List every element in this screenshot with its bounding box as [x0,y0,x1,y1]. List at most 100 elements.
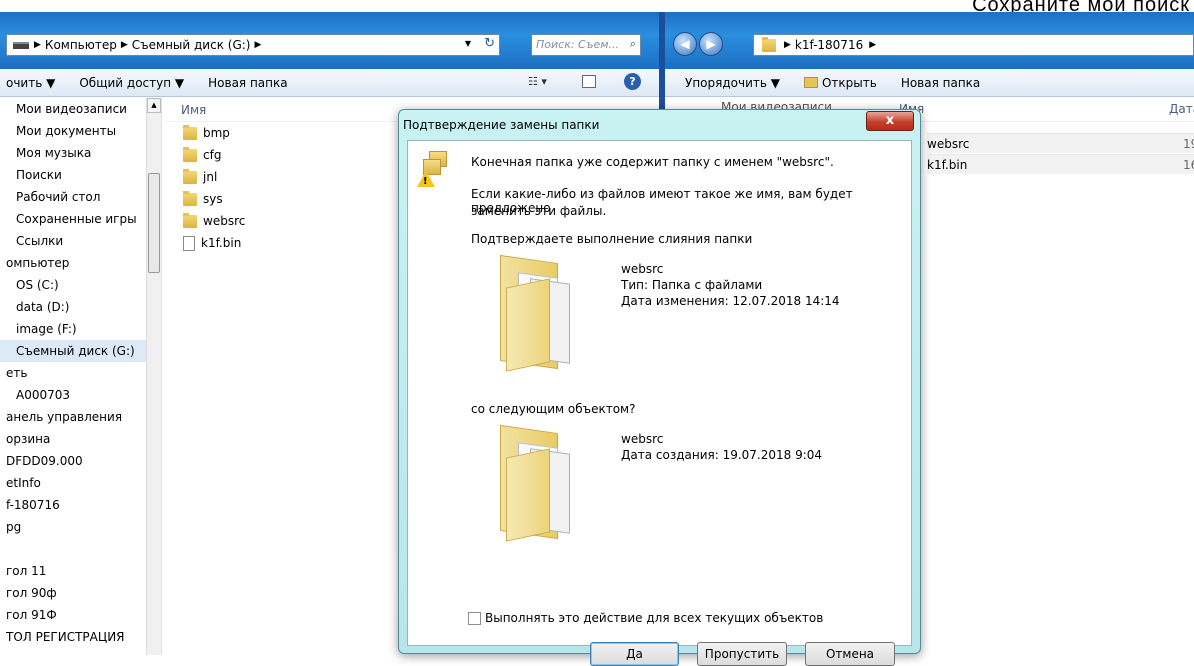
yes-button[interactable]: Да [590,642,679,666]
apply-to-all-checkbox[interactable]: Выполнять это действие для всех текущих … [468,611,823,625]
open-button[interactable]: Открыть [803,76,877,90]
right-toolbar: Упорядочить ▼ Открыть Новая папка [665,69,1194,97]
nav-item[interactable]: омпьютер [0,252,161,274]
nav-item[interactable]: OS (C:) [0,274,161,296]
nav-item[interactable]: Поиски [0,164,161,186]
nav-item[interactable]: A000703 [0,384,161,406]
breadcrumb-arrow-icon: ▶ [120,40,128,50]
nav-item[interactable]: f-180716 [0,494,161,516]
breadcrumb-arrow-icon: ▶ [869,40,877,50]
left-address-bar[interactable]: ▶ Компьютер ▶ Съемный диск (G:) ▶ ▼ ↻ [6,34,500,56]
existing-folder-date: Дата изменения: 12.07.2018 14:14 [621,294,840,308]
existing-folder-info: websrc Тип: Папка с файлами Дата изменен… [621,261,840,309]
folder-icon [183,212,197,228]
forward-icon[interactable]: ▶ [699,32,723,56]
scroll-up-icon[interactable]: ▲ [147,98,161,113]
close-button[interactable]: x [866,111,914,131]
help-icon[interactable]: ? [624,73,641,90]
incoming-folder-name: websrc [621,432,664,446]
organize-button[interactable]: очить ▼ [6,76,55,90]
incoming-folder-icon [500,424,578,542]
folder-warning-icon: ! [417,151,451,191]
refresh-icon[interactable]: ↻ [484,36,495,51]
nav-item[interactable]: Моя музыка [0,142,161,164]
top-strip-text: Сохраните мой поиск [972,0,1190,12]
file-icon [183,235,195,251]
skip-button[interactable]: Пропустить [697,642,787,666]
nav-item[interactable]: гол 90ф [0,582,161,604]
folder-icon [183,168,197,184]
right-window-frame: ◀ ▶ ▶ k1f-180716 ▶ [665,12,1194,69]
left-search-input[interactable]: Поиск: Съем... ⌕ [531,34,641,56]
dialog-body: ! Конечная папка уже содержит папку с им… [407,140,912,646]
table-row[interactable]: k1f.bin 16.0 [927,154,1194,174]
file-name: k1f.bin [927,158,968,172]
nav-item[interactable]: гол 11 [0,560,161,582]
cancel-button[interactable]: Отмена [805,642,895,666]
right-address-bar[interactable]: ▶ k1f-180716 ▶ [753,34,1194,56]
folder-icon [183,146,197,162]
view-options-icon[interactable]: ☷ ▾ [528,75,547,88]
breadcrumb-folder[interactable]: k1f-180716 [795,38,863,52]
file-date: 16.0 [1183,158,1194,172]
nav-item[interactable]: DFDD09.000 [0,450,161,472]
table-row[interactable]: websrc 19.0 [927,133,1194,153]
file-name: bmp [203,126,230,140]
breadcrumb-drive[interactable]: Съемный диск (G:) [132,38,251,52]
existing-folder-name: websrc [621,262,664,276]
nav-item[interactable]: Мои документы [0,120,161,142]
nav-item[interactable]: Рабочий стол [0,186,161,208]
file-name: websrc [927,137,970,151]
nav-item[interactable]: Сохраненные игры [0,208,161,230]
organize-button[interactable]: Упорядочить ▼ [685,76,780,90]
nav-item[interactable]: image (F:) [0,318,161,340]
file-date: 19.0 [1183,137,1194,151]
checkbox-label: Выполнять это действие для всех текущих … [485,611,824,625]
nav-item[interactable]: еть [0,362,161,384]
search-icon[interactable]: ⌕ [630,37,636,51]
nav-item[interactable] [0,538,161,560]
checkbox-box[interactable] [468,611,481,625]
existing-folder-icon [500,254,578,372]
nav-item[interactable]: орзина [0,428,161,450]
nav-item[interactable]: Мои видеозаписи [0,98,161,120]
nav-item[interactable]: pg [0,516,161,538]
address-dropdown-icon[interactable]: ▼ [465,39,471,48]
open-folder-icon [803,76,818,88]
left-toolbar: очить ▼ Общий доступ ▼ Новая папка ☷ ▾ ? [0,69,659,97]
breadcrumb-computer[interactable]: Компьютер [45,38,117,52]
file-name: jnl [203,170,218,184]
share-button[interactable]: Общий доступ ▼ [79,76,184,90]
incoming-folder-info: websrc Дата создания: 19.07.2018 9:04 [621,431,822,463]
new-folder-button[interactable]: Новая папка [901,76,980,90]
nav-item[interactable]: анель управления [0,406,161,428]
nav-item[interactable]: ТОЛ РЕГИСТРАЦИЯ [0,626,161,648]
back-icon[interactable]: ◀ [673,32,697,56]
drive-icon [13,41,29,49]
message-line-1: Конечная папка уже содержит папку с имен… [471,155,834,169]
file-name: cfg [203,148,222,162]
new-folder-button[interactable]: Новая папка [208,76,287,90]
nav-item[interactable]: Ссылки [0,230,161,252]
breadcrumb-arrow-icon: ▶ [254,40,262,50]
message-line-2b: заменить эти файлы. [471,204,607,218]
breadcrumb-arrow-icon: ▶ [34,40,41,50]
merge-question: Подтверждаете выполнение слияния папки [471,232,753,246]
nav-item[interactable]: data (D:) [0,296,161,318]
existing-folder-type: Тип: Папка с файлами [621,278,763,292]
with-object-label: со следующим объектом? [471,402,636,416]
breadcrumb-arrow-icon: ▶ [784,40,791,50]
column-header-date[interactable]: Дата [1169,102,1194,116]
folder-replace-dialog: Подтверждение замены папки x ! Конечная … [398,109,921,666]
folder-icon [183,190,197,206]
nav-scrollbar[interactable]: ▲ [146,98,161,655]
nav-item[interactable]: гол 91Ф [0,604,161,626]
left-window-frame: ▶ Компьютер ▶ Съемный диск (G:) ▶ ▼ ↻ По… [0,12,659,69]
scroll-thumb[interactable] [148,173,160,273]
preview-pane-icon[interactable] [582,75,596,88]
nav-buttons: ◀ ▶ [673,32,725,56]
nav-item[interactable]: etInfo [0,472,161,494]
dialog-title: Подтверждение замены папки [403,118,600,132]
nav-item-selected[interactable]: Съемный диск (G:) [0,340,161,362]
incoming-folder-date: Дата создания: 19.07.2018 9:04 [621,448,823,462]
